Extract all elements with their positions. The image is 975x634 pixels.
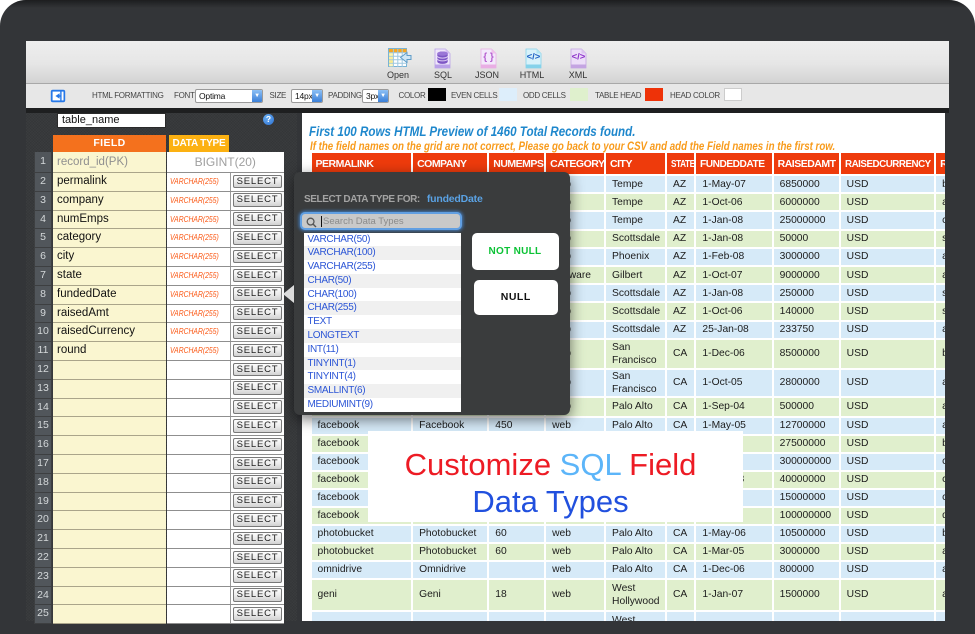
svg-text:{ }: { } [483, 52, 494, 63]
svg-text:</>: </> [527, 52, 541, 63]
svg-text:</>: </> [572, 52, 586, 63]
